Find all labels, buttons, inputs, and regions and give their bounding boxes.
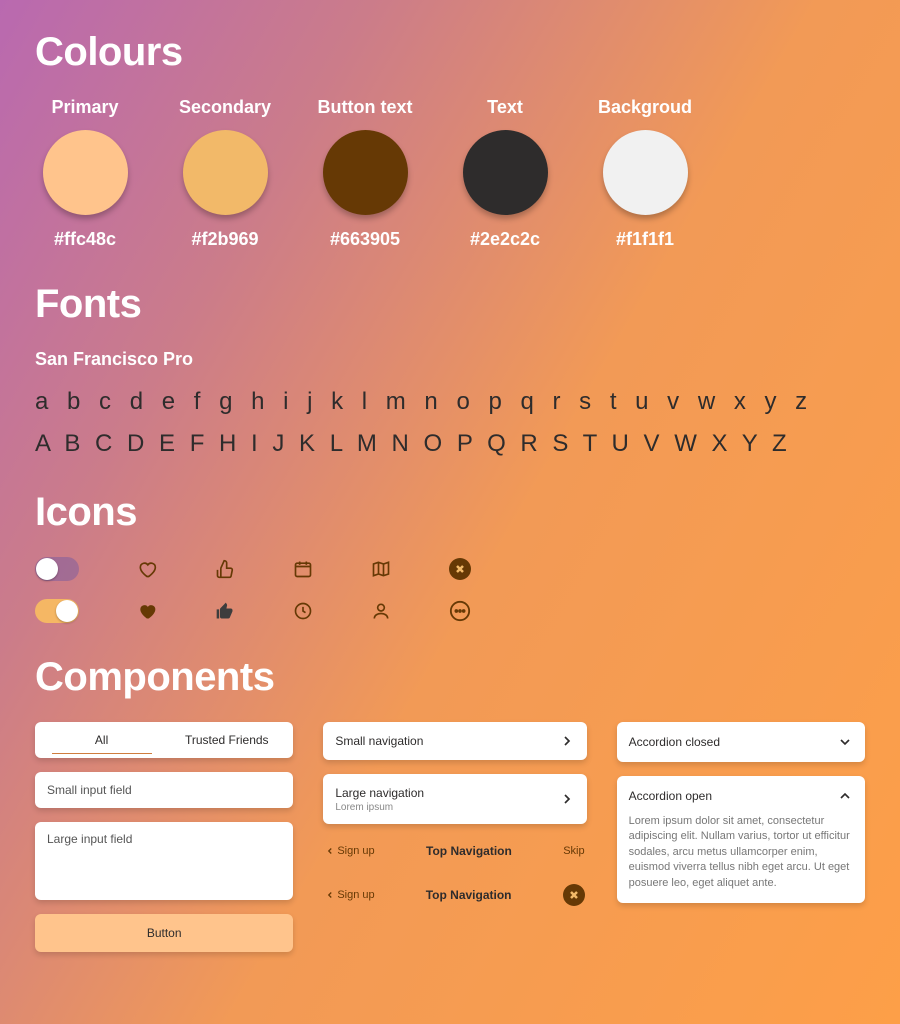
accordion-title: Accordion closed <box>629 735 720 749</box>
components-columns: All Trusted Friends Small input field La… <box>35 722 865 952</box>
seg-item-trusted[interactable]: Trusted Friends <box>164 722 289 758</box>
swatch-text: Text #2e2c2c <box>455 97 555 250</box>
segmented-control[interactable]: All Trusted Friends <box>35 722 293 758</box>
swatch-label: Button text <box>318 97 413 118</box>
fonts-heading: Fonts <box>35 282 865 327</box>
swatch-label: Text <box>487 97 523 118</box>
heart-outline-icon <box>137 559 157 579</box>
toggle-on[interactable] <box>35 599 79 623</box>
topnav-title: Top Navigation <box>426 844 512 858</box>
thumbs-up-outline-icon <box>215 559 235 579</box>
swatch-label: Backgroud <box>598 97 692 118</box>
calendar-icon <box>293 559 313 579</box>
swatch-primary: Primary #ffc48c <box>35 97 135 250</box>
seg-item-all[interactable]: All <box>39 722 164 758</box>
icons-heading: Icons <box>35 490 865 535</box>
back-button[interactable]: Sign up <box>325 845 374 857</box>
nav-label: Small navigation <box>335 734 423 748</box>
user-icon <box>371 601 391 621</box>
close-badge-icon[interactable] <box>449 558 471 580</box>
swatch-hex: #ffc48c <box>54 229 116 250</box>
swatch-circle <box>323 130 408 215</box>
icons-section: Icons <box>35 490 865 623</box>
top-navigation-close: Sign up Top Navigation <box>323 878 586 912</box>
small-navigation[interactable]: Small navigation <box>323 722 586 760</box>
back-button[interactable]: Sign up <box>325 889 374 901</box>
swatch-hex: #f2b969 <box>191 229 258 250</box>
swatch-hex: #663905 <box>330 229 400 250</box>
icon-row <box>35 599 865 623</box>
more-circle-icon[interactable] <box>449 600 471 622</box>
accordion-body: Lorem ipsum dolor sit amet, consectetur … <box>629 814 853 891</box>
alphabet-lower: a b c d e f g h i j k l m n o p q r s t … <box>35 388 865 416</box>
alphabet-upper: A B C D E F H I J K L M N O P Q R S T U … <box>35 430 865 458</box>
large-input-field[interactable]: Large input field <box>35 822 293 900</box>
skip-button[interactable]: Skip <box>563 845 584 857</box>
swatch-row: Primary #ffc48c Secondary #f2b969 Button… <box>35 97 865 250</box>
small-input-field[interactable]: Small input field <box>35 772 293 808</box>
nav-sublabel: Lorem ipsum <box>335 802 424 813</box>
nav-label: Large navigation <box>335 786 424 800</box>
swatch-circle <box>183 130 268 215</box>
components-col-a: All Trusted Friends Small input field La… <box>35 722 293 952</box>
colours-section: Colours Primary #ffc48c Secondary #f2b96… <box>35 30 865 250</box>
icon-grid <box>35 557 865 623</box>
swatch-hex: #f1f1f1 <box>616 229 674 250</box>
swatch-hex: #2e2c2c <box>470 229 540 250</box>
heart-filled-icon <box>137 601 157 621</box>
large-navigation[interactable]: Large navigation Lorem ipsum <box>323 774 586 824</box>
components-col-b: Small navigation Large navigation Lorem … <box>323 722 586 952</box>
chevron-down-icon <box>837 734 853 750</box>
swatch-circle <box>43 130 128 215</box>
chevron-right-icon <box>559 791 575 807</box>
map-icon <box>371 559 391 579</box>
topnav-title: Top Navigation <box>426 888 512 902</box>
accordion-open[interactable]: Accordion open Lorem ipsum dolor sit ame… <box>617 776 865 903</box>
swatch-circle <box>463 130 548 215</box>
components-heading: Components <box>35 655 865 700</box>
clock-icon <box>293 601 313 621</box>
colours-heading: Colours <box>35 30 865 75</box>
accordion-closed[interactable]: Accordion closed <box>617 722 865 762</box>
primary-button[interactable]: Button <box>35 914 293 952</box>
icon-row <box>35 557 865 581</box>
toggle-off[interactable] <box>35 557 79 581</box>
close-badge-icon[interactable] <box>563 884 585 906</box>
swatch-label: Primary <box>51 97 118 118</box>
swatch-label: Secondary <box>179 97 271 118</box>
chevron-right-icon <box>559 733 575 749</box>
swatch-secondary: Secondary #f2b969 <box>175 97 275 250</box>
swatch-circle <box>603 130 688 215</box>
chevron-up-icon <box>837 788 853 804</box>
thumbs-up-filled-icon <box>215 601 235 621</box>
font-name: San Francisco Pro <box>35 349 865 370</box>
fonts-section: Fonts San Francisco Pro a b c d e f g h … <box>35 282 865 458</box>
components-col-c: Accordion closed Accordion open Lorem ip… <box>617 722 865 952</box>
swatch-background: Backgroud #f1f1f1 <box>595 97 695 250</box>
accordion-title: Accordion open <box>629 789 712 803</box>
components-section: Components All Trusted Friends Small inp… <box>35 655 865 952</box>
swatch-button-text: Button text #663905 <box>315 97 415 250</box>
top-navigation-skip: Sign up Top Navigation Skip <box>323 838 586 864</box>
